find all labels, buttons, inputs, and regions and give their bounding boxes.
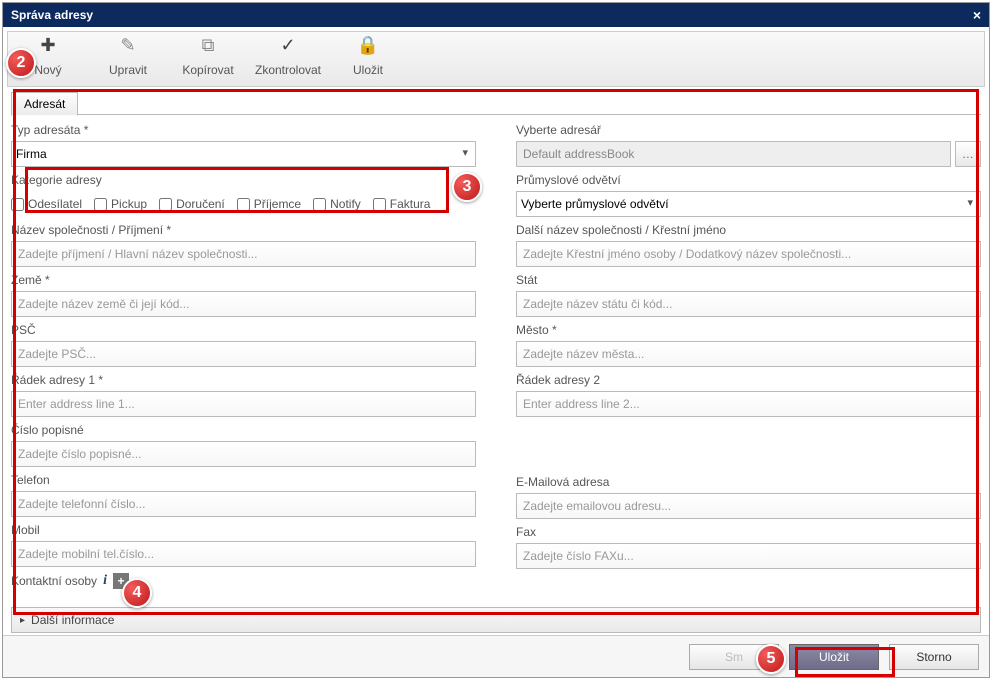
company2-label: Další název společnosti / Křestní jméno xyxy=(516,219,981,241)
email-label: E-Mailová adresa xyxy=(516,471,981,493)
phone-label: Telefon xyxy=(11,469,476,491)
validate-button[interactable]: ✓ Zkontrolovat xyxy=(248,32,328,86)
state-label: Stát xyxy=(516,269,981,291)
plus-icon: ✚ xyxy=(40,33,55,57)
callout-bubble-4: 4 xyxy=(122,578,152,608)
cat-delivery-checkbox[interactable] xyxy=(159,198,172,211)
email-input[interactable] xyxy=(516,493,981,519)
book-label: Vyberte adresář xyxy=(516,119,981,141)
cancel-button[interactable]: Storno xyxy=(889,644,979,670)
address-type-label: Typ adresáta * xyxy=(11,119,476,141)
city-label: Město * xyxy=(516,319,981,341)
addr1-label: Řádek adresy 1 * xyxy=(11,369,476,391)
cat-notify-checkbox[interactable] xyxy=(313,198,326,211)
save-button[interactable]: Uložit xyxy=(789,644,879,670)
company-input[interactable] xyxy=(11,241,476,267)
fax-label: Fax xyxy=(516,521,981,543)
cat-receiver-checkbox[interactable] xyxy=(237,198,250,211)
copy-icon: ⧉ xyxy=(202,33,215,57)
industry-label: Průmyslové odvětví xyxy=(516,169,981,191)
copy-button[interactable]: ⧉ Kopírovat xyxy=(168,32,248,86)
dialog-title-bar: Správa adresy × xyxy=(3,3,989,27)
save-toolbar-button[interactable]: 🔒 Uložit xyxy=(328,32,408,86)
city-input[interactable] xyxy=(516,341,981,367)
houseno-input[interactable] xyxy=(11,441,476,467)
check-icon: ✓ xyxy=(280,33,295,57)
tab-addressee[interactable]: Adresát xyxy=(11,92,78,116)
mobile-input[interactable] xyxy=(11,541,476,567)
address-type-select[interactable]: Firma xyxy=(11,141,476,167)
state-input[interactable] xyxy=(516,291,981,317)
book-input xyxy=(516,141,951,167)
company-label: Název společnosti / Příjmení * xyxy=(11,219,476,241)
info-icon[interactable]: i xyxy=(103,573,107,589)
tab-strip: Adresát xyxy=(11,91,981,115)
more-info-accordion[interactable]: Další informace xyxy=(11,607,981,633)
mobile-label: Mobil xyxy=(11,519,476,541)
form-area: Typ adresáta * Firma Kategorie adresy Od… xyxy=(3,115,989,595)
callout-bubble-3: 3 xyxy=(452,172,482,202)
lock-icon: 🔒 xyxy=(357,33,379,57)
houseno-label: Číslo popisné xyxy=(11,419,476,441)
callout-bubble-2: 2 xyxy=(6,48,36,78)
industry-select[interactable]: Vyberte průmyslové odvětví xyxy=(516,191,981,217)
dialog-title: Správa adresy xyxy=(11,8,93,22)
addr1-input[interactable] xyxy=(11,391,476,417)
zip-input[interactable] xyxy=(11,341,476,367)
fax-input[interactable] xyxy=(516,543,981,569)
category-label: Kategorie adresy xyxy=(11,169,476,191)
country-input[interactable] xyxy=(11,291,476,317)
addr2-label: Řádek adresy 2 xyxy=(516,369,981,391)
dialog-footer: Sm Uložit Storno xyxy=(3,635,989,677)
contacts-label: Kontaktní osoby xyxy=(11,574,97,588)
category-row: Odesílatel Pickup Doručení Příjemce Noti… xyxy=(11,191,476,217)
pencil-icon: ✎ xyxy=(120,33,135,57)
close-icon[interactable]: × xyxy=(973,7,981,23)
phone-input[interactable] xyxy=(11,491,476,517)
company2-input[interactable] xyxy=(516,241,981,267)
book-browse-button[interactable]: … xyxy=(955,141,981,167)
cat-invoice-checkbox[interactable] xyxy=(373,198,386,211)
country-label: Země * xyxy=(11,269,476,291)
callout-bubble-5: 5 xyxy=(756,644,786,674)
cat-pickup-checkbox[interactable] xyxy=(94,198,107,211)
cat-sender-checkbox[interactable] xyxy=(11,198,24,211)
edit-button[interactable]: ✎ Upravit xyxy=(88,32,168,86)
addr2-input[interactable] xyxy=(516,391,981,417)
toolbar: ✚ Nový ✎ Upravit ⧉ Kopírovat ✓ Zkontrolo… xyxy=(7,31,985,87)
zip-label: PSČ xyxy=(11,319,476,341)
